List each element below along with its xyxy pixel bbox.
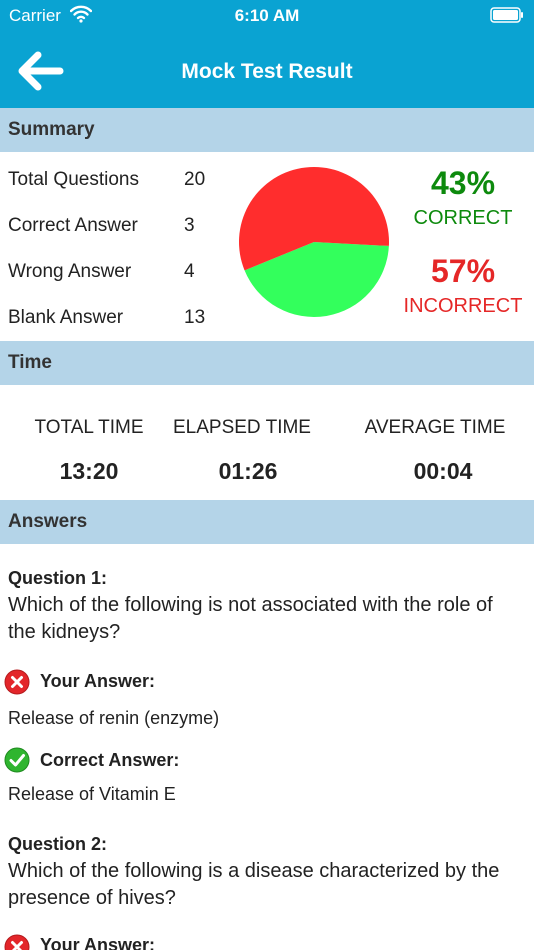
- answers-header: Answers: [0, 500, 534, 544]
- your-answer-label: Your Answer:: [40, 671, 156, 691]
- result-pie-chart: [239, 167, 389, 317]
- wrong-answer-value: 4: [184, 261, 195, 282]
- summary-header: Summary: [0, 108, 534, 152]
- total-questions-label: Total Questions: [8, 169, 139, 190]
- elapsed-time-value: 01:26: [218, 458, 278, 484]
- correct-label: CORRECT: [413, 207, 513, 229]
- time-header-label: Time: [8, 352, 53, 373]
- correct-percentage: 43%: [430, 165, 496, 201]
- battery-icon: [490, 7, 523, 23]
- answers-header-label: Answers: [8, 511, 88, 532]
- summary-header-label: Summary: [8, 119, 95, 140]
- wrong-x-icon: [4, 669, 30, 695]
- correct-answer-text: Release of Vitamin E: [8, 784, 176, 804]
- incorrect-percentage: 57%: [430, 253, 496, 289]
- blank-answer-value: 13: [184, 307, 206, 328]
- wrong-x-icon: [4, 934, 30, 950]
- question-text: Which of the following is not associated…: [8, 594, 493, 643]
- correct-answer-label: Correct Answer: [8, 215, 138, 236]
- page-title: Mock Test Result: [181, 60, 353, 83]
- correct-check-icon: [4, 747, 30, 773]
- total-time-label: TOTAL TIME: [34, 417, 144, 438]
- nav-bar: Mock Test Result: [0, 30, 534, 108]
- average-time-label: AVERAGE TIME: [364, 417, 506, 438]
- question-title: Question 2:: [8, 834, 108, 854]
- total-questions-value: 20: [184, 169, 206, 190]
- correct-answer-value: 3: [184, 215, 195, 236]
- clock: 6:10 AM: [234, 6, 300, 25]
- blank-answer-label: Blank Answer: [8, 307, 124, 328]
- your-answer-text: Release of renin (enzyme): [8, 708, 220, 728]
- total-time-value: 13:20: [59, 458, 119, 484]
- status-bar: Carrier 6:10 AM: [0, 0, 534, 30]
- incorrect-label: INCORRECT: [403, 295, 523, 317]
- wrong-answer-label: Wrong Answer: [8, 261, 132, 282]
- average-time-value: 00:04: [413, 458, 473, 484]
- elapsed-time-label: ELAPSED TIME: [173, 417, 311, 438]
- your-answer-label: Your Answer:: [40, 935, 156, 950]
- time-header: Time: [0, 341, 534, 385]
- question-text: Which of the following is a disease char…: [8, 860, 500, 909]
- correct-answer-label: Correct Answer:: [40, 750, 180, 770]
- question-title: Question 1:: [8, 568, 108, 588]
